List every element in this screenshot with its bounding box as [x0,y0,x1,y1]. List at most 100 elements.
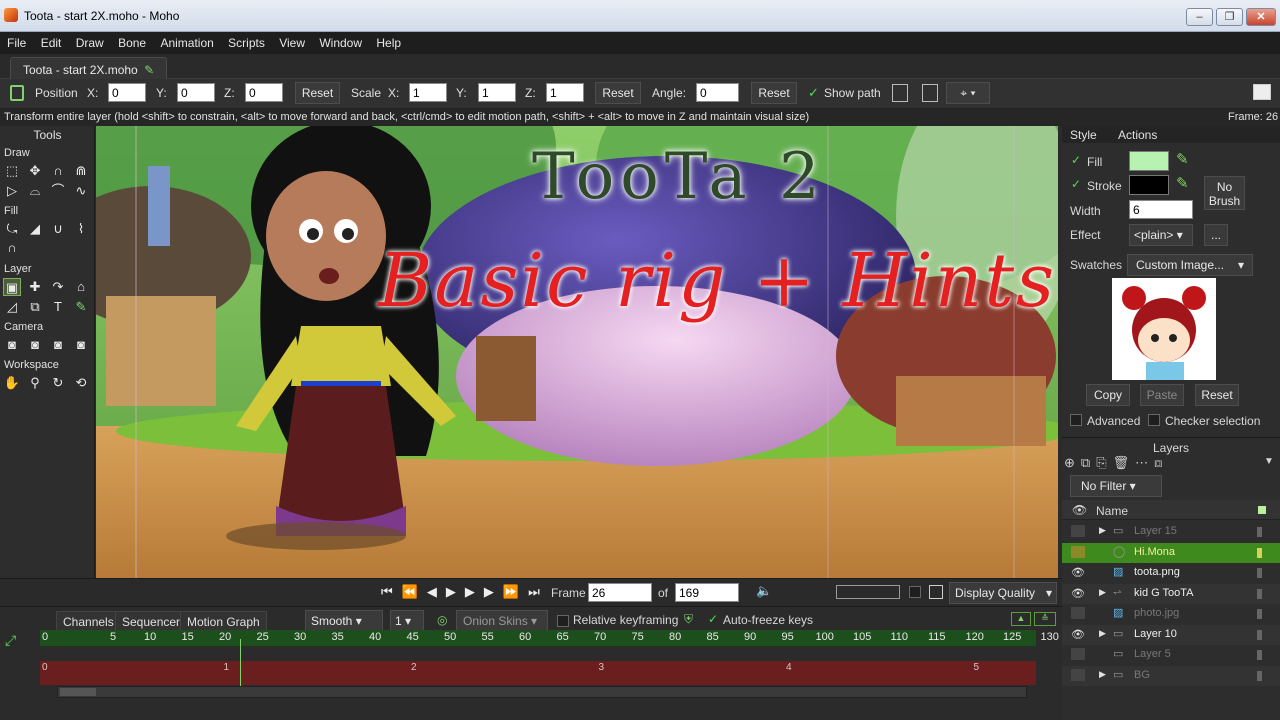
render-toggle-checkbox[interactable] [909,586,921,598]
more-icon[interactable]: ⋯ [1135,455,1154,470]
delete-layer-icon[interactable]: 🗑 [1113,455,1136,470]
orbit-workspace-icon[interactable]: ⟲ [72,374,90,392]
step-back-icon[interactable]: ◀ [427,584,446,599]
name-column-header[interactable]: Name [1096,504,1128,518]
rewind-icon[interactable]: ⏮ [381,584,402,599]
step-forward-icon[interactable]: ▶▶ [465,584,503,599]
layer-row[interactable]: 👁 ▨ toota.png [1062,563,1280,583]
layer-row[interactable]: ▶ ▭ Layer 15 [1062,522,1280,542]
shear-layer-icon[interactable]: ⌂ [72,278,90,296]
checker-selection-checkbox[interactable] [1148,414,1160,426]
transform-layer-icon[interactable]: ▣ [3,278,21,296]
minimize-button[interactable]: – [1186,8,1213,26]
menu-help[interactable]: Help [369,32,405,50]
menu-draw[interactable]: Draw [69,32,108,50]
swatch-copy-button[interactable]: Copy [1086,384,1130,406]
visibility-eye-icon[interactable]: 👁 [1071,566,1085,579]
set-origin-icon[interactable]: ✚ [26,278,44,296]
fill-color-swatch[interactable] [1129,151,1169,171]
interpolation-dropdown[interactable]: Smooth ▾ [305,610,383,632]
book-icon[interactable] [1253,84,1271,100]
stroke-color-swatch[interactable] [1129,175,1169,195]
curvature-icon[interactable]: ⋒ [72,162,90,180]
scale-reset-button[interactable]: Reset [595,82,641,104]
menu-window[interactable]: Window [312,32,366,50]
layer-filter-dropdown[interactable]: No Filter ▾ [1070,475,1162,497]
stroke-checkbox[interactable]: ✓ [1071,177,1081,191]
select-points-icon[interactable]: ⬚ [3,162,21,180]
step-last-icon[interactable]: ⏩ [503,584,528,599]
timeline-scrollbar[interactable] [57,686,1027,698]
draw-shape-icon[interactable]: ▷ [3,182,21,200]
expand-arrow-icon[interactable]: ▶ [1099,525,1106,536]
play-icon[interactable]: ▶ [446,584,465,599]
rotate-layer-icon[interactable]: ↷ [49,278,67,296]
relative-keyframing-checkbox[interactable] [557,615,569,627]
layer-row[interactable]: 👁 ▶ ▭ Layer 10 [1062,624,1280,645]
visibility-eye-icon[interactable] [1071,545,1085,558]
menu-scripts[interactable]: Scripts [221,32,269,50]
layer-row[interactable]: 👁 ▶ ⥋ kid G TooTA [1062,583,1280,604]
layer-row[interactable]: ▨ photo.jpg [1062,604,1280,624]
zoom-camera-icon[interactable]: ◙ [26,336,44,354]
layer-icon[interactable] [892,84,908,102]
angle-reset-button[interactable]: Reset [751,82,797,104]
layer-copy-icon[interactable] [922,84,938,102]
width-input[interactable] [1129,200,1193,219]
transform-options-dropdown[interactable]: ⌖ ▾ [946,82,990,104]
visibility-off-icon[interactable] [1071,668,1085,681]
close-button[interactable]: ✕ [1246,8,1276,26]
tab-actions[interactable]: Actions [1118,128,1157,142]
effect-more-button[interactable]: ... [1204,224,1228,246]
hand-icon[interactable]: ✋ [3,374,21,392]
maximize-button[interactable]: ❐ [1216,8,1243,26]
pos-y-input[interactable] [177,83,215,102]
visibility-eye-icon[interactable]: 👁 [1071,628,1085,641]
stroke-eyedropper-icon[interactable]: ✎ [1176,174,1189,192]
copy-layer-icon[interactable]: ⎘ [1096,455,1112,470]
menu-bone[interactable]: Bone [111,32,150,50]
total-frames-input[interactable] [675,583,739,602]
select-shape-icon[interactable]: ⤿ [3,220,21,238]
menu-view[interactable]: View [272,32,309,50]
layer-row[interactable]: ▭ Layer 5 [1062,645,1280,665]
audio-icon[interactable]: 🔈 [756,583,772,599]
pos-x-input[interactable] [108,83,146,102]
pos-z-input[interactable] [245,83,283,102]
advanced-checkbox[interactable] [1070,414,1082,426]
onion-skin-icon[interactable]: ◎ [437,613,447,627]
visibility-off-icon[interactable] [1071,525,1085,537]
frame-toggle-icon[interactable] [929,585,943,599]
menu-file[interactable]: File [0,32,30,50]
visibility-off-icon[interactable] [1071,648,1085,660]
swatches-dropdown[interactable]: Custom Image... ▾ [1127,254,1253,276]
scale-y-input[interactable] [478,83,516,102]
scrollbar-thumb[interactable] [60,688,96,696]
step-first-icon[interactable]: ⏪ [402,584,427,599]
text-icon[interactable]: T [49,298,67,316]
visibility-off-icon[interactable] [1071,607,1085,619]
expand-icon[interactable]: ≙ [1034,612,1056,626]
freehand-icon[interactable]: ⌓ [26,182,44,200]
collapse-icon[interactable]: ▲ [1011,612,1031,626]
flip-layer-icon[interactable]: ◿ [3,298,21,316]
line-width-icon[interactable]: ∩ [3,239,21,257]
display-quality-dropdown[interactable]: Display Quality ▾ [949,582,1057,604]
rotate-workspace-icon[interactable]: ↻ [49,374,67,392]
frame-input[interactable] [588,583,652,602]
stroke-exposure-icon[interactable]: ⌇ [72,220,90,238]
fill-eyedropper-icon[interactable]: ✎ [1176,150,1189,168]
paint-bucket-icon[interactable]: ◢ [26,220,44,238]
tab-style[interactable]: Style [1070,128,1097,142]
step-dropdown[interactable]: 1 ▾ [390,610,424,632]
menu-edit[interactable]: Edit [34,32,66,50]
pan-tilt-camera-icon[interactable]: ◙ [72,336,90,354]
show-path-checkbox[interactable]: ✓ [808,85,819,101]
scale-z-input[interactable] [546,83,584,102]
angle-input[interactable] [696,83,739,102]
keyframe-toggle-icon[interactable]: ⤢ [5,632,16,649]
shield-icon[interactable]: ⛨ [684,612,693,627]
expand-arrow-icon[interactable]: ▶ [1099,669,1106,680]
position-reset-button[interactable]: Reset [295,82,340,104]
frame-ruler[interactable]: 0 5 10 15 20 25 30 35 40 45 50 55 60 65 70 75 80 85 90 95 10… [40,630,1059,646]
